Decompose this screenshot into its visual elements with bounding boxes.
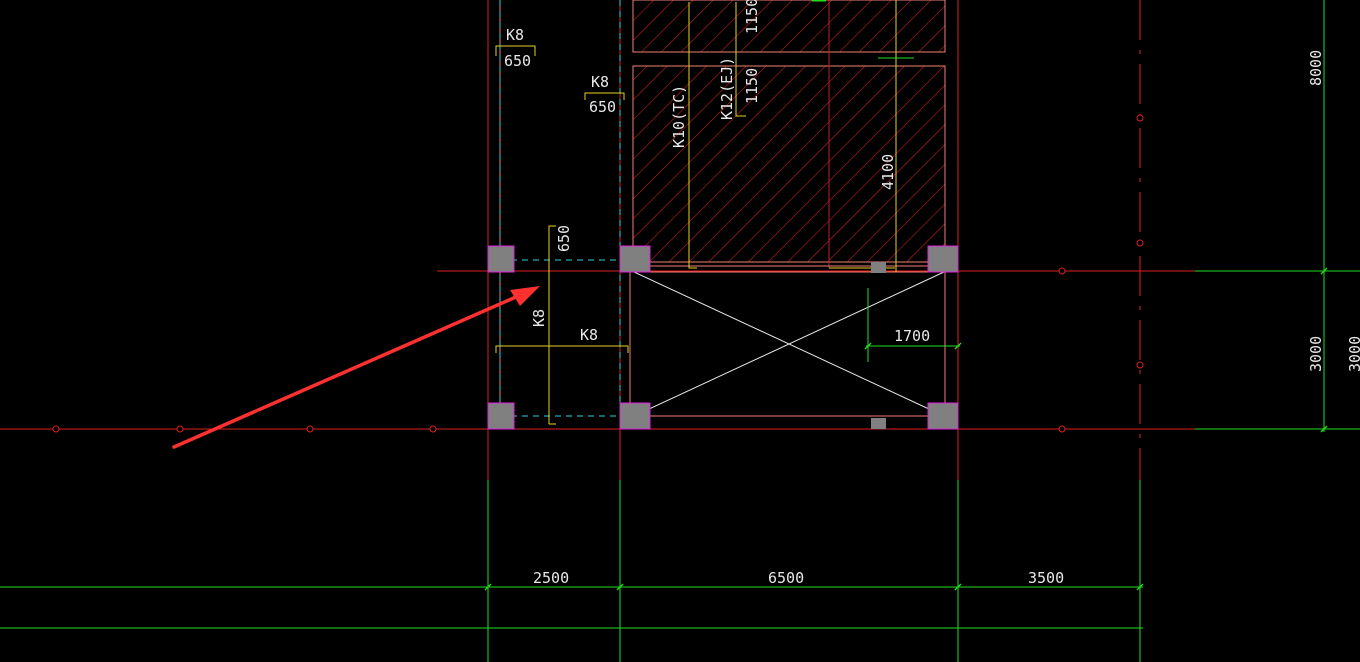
column-b1[interactable] bbox=[619, 245, 651, 273]
dim-label-4100: 4100 bbox=[879, 154, 897, 190]
beam-label-k8-vertical: K8 bbox=[530, 309, 548, 327]
dim-label-right-3: 3000 bbox=[1346, 336, 1360, 372]
beam-label-k12: K12(EJ) bbox=[718, 57, 736, 120]
column-a2[interactable] bbox=[487, 402, 515, 430]
axis-grid bbox=[0, 0, 1195, 480]
dim-label-bottom-2: 6500 bbox=[768, 569, 804, 587]
axis-lower-dots bbox=[52, 267, 1066, 433]
columns bbox=[487, 245, 959, 430]
beam-size-k8-vertical: 650 bbox=[555, 225, 573, 252]
dim-label-bottom-1: 2500 bbox=[533, 569, 569, 587]
column-c1[interactable] bbox=[927, 245, 959, 273]
cad-drawing-canvas[interactable]: K8 650 K8 650 650 K8 K8 K10(TC) K12(EJ) … bbox=[0, 0, 1360, 662]
beam-size-k8-top-mid: 650 bbox=[589, 98, 616, 116]
beam-size-k12-a: 1150 bbox=[743, 0, 761, 34]
beam-size-k12-b: 1150 bbox=[743, 68, 761, 104]
column-c2[interactable] bbox=[927, 402, 959, 430]
column-b2[interactable] bbox=[619, 402, 651, 430]
beam-label-k8-top-mid: K8 bbox=[591, 73, 609, 91]
beam-label-k8-horizontal: K8 bbox=[580, 326, 598, 344]
dim-label-right-2: 3000 bbox=[1307, 336, 1325, 372]
dim-label-1700: 1700 bbox=[894, 327, 930, 345]
beam-label-k10: K10(TC) bbox=[670, 85, 688, 148]
dim-label-right-1: 8000 bbox=[1307, 50, 1325, 86]
dim-label-bottom-3: 3500 bbox=[1028, 569, 1064, 587]
column-a1[interactable] bbox=[487, 245, 515, 273]
beam-label-k8-top-left: K8 bbox=[506, 26, 524, 44]
pointer-arrow-icon bbox=[172, 286, 540, 449]
beam-size-k8-top-left: 650 bbox=[504, 52, 531, 70]
slab-top-hatched bbox=[632, 0, 946, 53]
